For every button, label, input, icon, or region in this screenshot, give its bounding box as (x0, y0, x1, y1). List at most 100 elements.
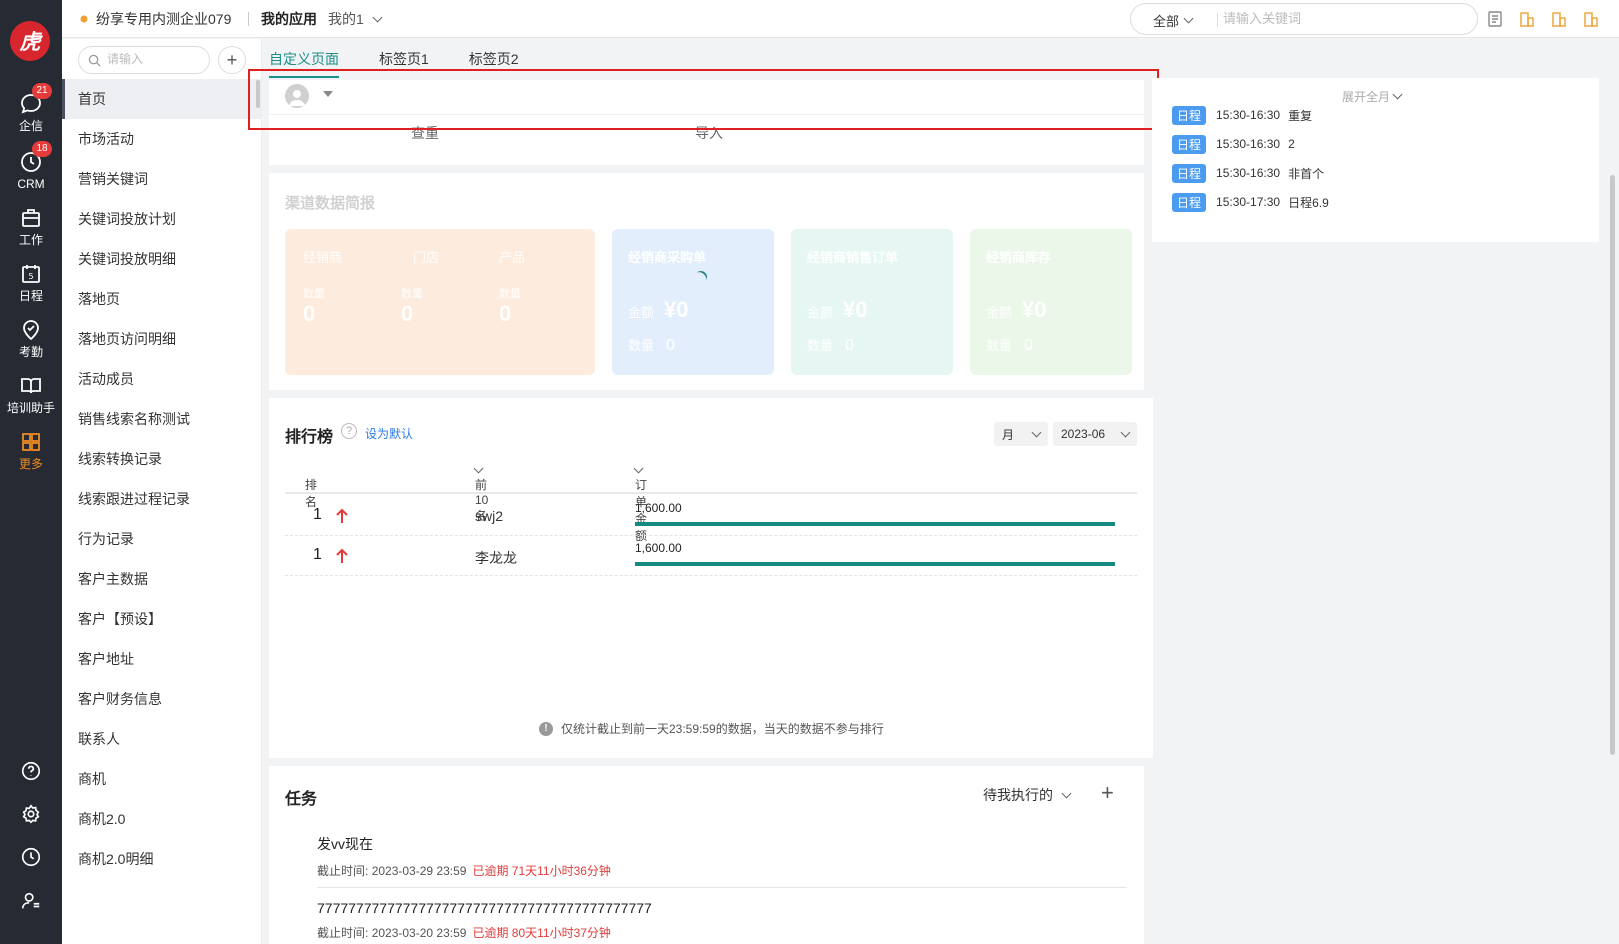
menu-item[interactable]: 首页 (62, 79, 262, 119)
search-input[interactable] (1223, 11, 1463, 26)
company-logo[interactable]: 虎 (10, 21, 50, 61)
help-icon[interactable]: ? (341, 423, 357, 439)
tasks-card: 任务 待我执行的 + 发vv现在 截止时间: 2023-03-29 23:59 已… (269, 766, 1144, 944)
channel-data-card: 渠道数据简报 经销商 门店 产品 数量 0 数量 0 数量 0 经销商采购单 金… (269, 173, 1144, 390)
task-item[interactable]: 发vv现在 截止时间: 2023-03-29 23:59 已逾期 71天11小时3… (317, 834, 1127, 879)
menu-item[interactable]: 客户主数据 (62, 559, 262, 599)
settings-button[interactable] (0, 803, 62, 831)
task-item[interactable]: 7777777777777777777777777777777777777777… (317, 900, 1127, 941)
menu-list: 首页 市场活动 营销关键词 关键词投放计划 关键词投放明细 落地页 落地页访问明细 活动成员销… (62, 79, 262, 879)
col-top10[interactable]: 前10名 (473, 463, 488, 523)
calendar-icon: 5 (22, 265, 40, 283)
schedule-time: 15:30-16:30 (1216, 137, 1281, 151)
global-search: 全部 (1130, 3, 1478, 35)
chevron-down-icon (372, 12, 383, 22)
divider (1217, 13, 1218, 27)
menu-item[interactable]: 关键词投放计划 (62, 199, 262, 239)
schedule-item[interactable]: 日程 15:30-16:30 2 (1172, 134, 1295, 154)
amount-bar (635, 562, 1115, 566)
kpi-value: 0 (499, 301, 512, 326)
nav-search-input[interactable] (107, 52, 203, 66)
kpi-label: 数量 (303, 288, 325, 300)
schedule-item[interactable]: 日程 15:30-16:30 重复 (1172, 105, 1313, 125)
settings-icon (22, 804, 40, 824)
menu-item[interactable]: 客户地址 (62, 639, 262, 679)
menu-item[interactable]: 客户【预设】 (62, 599, 262, 639)
col-order-amount[interactable]: 订单金额 (633, 463, 647, 543)
schedule-title: 日程6.9 (1288, 195, 1329, 210)
history-button[interactable] (0, 846, 62, 874)
menu-item[interactable]: 落地页 (62, 279, 262, 319)
rail-item-schedule[interactable]: 5 日程 (0, 260, 62, 312)
building-icon[interactable] (1550, 10, 1568, 28)
menu-item[interactable]: 客户财务信息 (62, 679, 262, 719)
ranking-row[interactable]: 1 李龙龙 1,600.00 (285, 536, 1137, 576)
set-default-link[interactable]: 设为默认 (365, 425, 413, 442)
menu-item[interactable]: 活动成员 (62, 359, 262, 399)
company-switcher[interactable]: 纷享专用内测企业079 (80, 9, 231, 29)
info-icon: ! (539, 721, 553, 736)
menu-item[interactable]: 关键词投放明细 (62, 239, 262, 279)
rail-label: CRM (17, 177, 45, 191)
chevron-down-icon (1183, 13, 1194, 24)
schedule-tag: 日程 (1172, 192, 1207, 212)
period-select[interactable]: 月 (994, 422, 1048, 446)
rail-item-qixin[interactable]: 21 企信 (0, 83, 62, 142)
menu-item[interactable]: 线索转换记录 (62, 439, 262, 479)
add-menu-button[interactable]: + (218, 46, 246, 74)
help-button[interactable] (0, 760, 62, 788)
schedule-title: 重复 (1288, 108, 1313, 123)
menu-item[interactable]: 销售线索名称测试 (62, 399, 262, 439)
schedule-item[interactable]: 日程 15:30-16:30 非首个 (1172, 163, 1324, 183)
dealer-tab[interactable]: 经销商 (303, 247, 342, 266)
document-icon[interactable] (1486, 10, 1504, 28)
kpi-title: 经销商库存 (986, 250, 1052, 265)
divider (248, 12, 249, 26)
schedule-panel: 展开全月 日程 15:30-16:30 重复 日程 15:30-16:30 2 日程 15:3… (1152, 78, 1599, 242)
store-tab[interactable]: 门店 (413, 247, 439, 266)
expand-month-toggle[interactable]: 展开全月 (1342, 88, 1403, 105)
chevron-down-icon (1392, 89, 1403, 100)
menu-item[interactable]: 商机2.0明细 (62, 839, 262, 879)
menu-item[interactable]: 落地页访问明细 (62, 319, 262, 359)
rail-item-more[interactable]: 更多 (0, 428, 62, 480)
kpi-value: 0 (303, 301, 316, 326)
sales-order-kpi[interactable]: 经销商销售订单 金额 ¥0 数量 0 (791, 229, 953, 375)
unread-badge: 18 (32, 141, 52, 157)
inventory-kpi[interactable]: 经销商库存 金额 ¥0 数量 0 (970, 229, 1132, 375)
menu-item[interactable]: 线索跟进过程记录 (62, 479, 262, 519)
building-icon[interactable] (1582, 10, 1600, 28)
page-scrollbar[interactable] (1610, 175, 1615, 755)
menu-item[interactable]: 商机 (62, 759, 262, 799)
rail-item-work[interactable]: 工作 (0, 204, 62, 256)
app-root: 虎 21 企信 18 CRM 工作 5 日程 考勤 培训助手 更多 纷享专用内测… (0, 0, 1619, 944)
menu-item[interactable]: 联系人 (62, 719, 262, 759)
add-task-button[interactable]: + (1101, 781, 1114, 805)
rail-item-attendance[interactable]: 考勤 (0, 316, 62, 368)
company-icon (80, 15, 88, 23)
menu-item[interactable]: 营销关键词 (62, 159, 262, 199)
kpi-value: 0 (401, 301, 414, 326)
menu-item[interactable]: 市场活动 (62, 119, 262, 159)
building-icon[interactable] (1518, 10, 1536, 28)
chevron-down-icon (1031, 427, 1042, 437)
app-selector[interactable]: 我的1 (328, 9, 383, 29)
ranking-card: 排行榜 ? 设为默认 月 2023-06 排名 前10名 订单金额 1 swj2 1… (269, 398, 1153, 758)
profile-button[interactable] (0, 890, 62, 918)
menu-item[interactable]: 商机2.0 (62, 799, 262, 839)
menu-item[interactable]: 行为记录 (62, 519, 262, 559)
product-tab[interactable]: 产品 (499, 247, 525, 266)
rail-item-crm[interactable]: 18 CRM (0, 141, 62, 200)
schedule-item[interactable]: 日程 15:30-17:30 日程6.9 (1172, 192, 1329, 212)
task-filter-select[interactable]: 待我执行的 (983, 785, 1072, 805)
rank-amount: 1,600.00 (635, 501, 682, 515)
briefcase-icon (22, 209, 40, 227)
rail-label: 日程 (18, 289, 43, 303)
month-select[interactable]: 2023-06 (1053, 422, 1137, 446)
ranking-row[interactable]: 1 swj2 1,600.00 (285, 496, 1137, 536)
task-filter-label: 待我执行的 (983, 787, 1053, 803)
search-scope-select[interactable]: 全部 (1153, 11, 1194, 30)
rail-item-training[interactable]: 培训助手 (0, 372, 62, 424)
purchase-order-kpi[interactable]: 经销商采购单 金额 ¥0 数量 0 (612, 229, 774, 375)
app-selector-label: 我的1 (328, 11, 364, 27)
